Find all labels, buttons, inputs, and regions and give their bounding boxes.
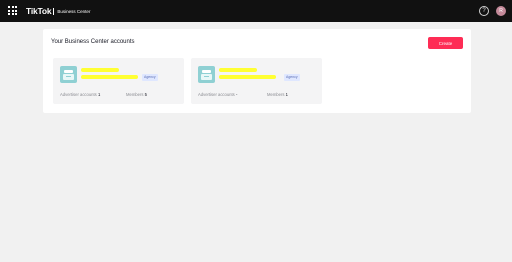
create-button[interactable]: Create [428,37,463,49]
avatar[interactable]: R [496,6,506,16]
members-label: Members [267,92,285,97]
advertiser-accounts-value: 1 [97,92,101,97]
business-center-icon [60,66,77,83]
business-center-accounts-panel: Your Business Center accounts Create Age… [43,29,471,113]
apps-grid-icon[interactable] [8,6,17,15]
account-card[interactable]: Agency Advertiser accounts 1 Members 5 [53,58,184,104]
redacted-account-id [219,75,276,79]
members-count: Members 5 [126,92,147,97]
product-name: Business Center [57,8,91,14]
advertiser-accounts-label: Advertiser accounts [198,92,235,97]
brand-name: TikTok [26,6,52,16]
members-count: Members 1 [267,92,288,97]
advertiser-accounts-count: Advertiser accounts 1 [60,92,100,97]
members-label: Members [126,92,144,97]
members-value: 1 [285,92,288,97]
top-bar: TikTok Business Center ? R [0,0,512,22]
help-icon[interactable]: ? [479,6,489,16]
account-type-badge: Agency [284,74,300,81]
page-title: Your Business Center accounts [51,39,135,45]
logo-divider [53,7,55,15]
business-center-icon [198,66,215,83]
advertiser-accounts-count: Advertiser accounts - [198,92,237,97]
redacted-account-name [81,68,119,72]
advertiser-accounts-label: Advertiser accounts [60,92,97,97]
advertiser-accounts-value: - [235,92,238,97]
tiktok-business-center-logo[interactable]: TikTok Business Center [26,5,90,17]
redacted-account-name [219,68,257,72]
account-card[interactable]: Agency Advertiser accounts - Members 1 [191,58,322,104]
redacted-account-id [81,75,138,79]
members-value: 5 [144,92,147,97]
account-type-badge: Agency [142,74,158,81]
